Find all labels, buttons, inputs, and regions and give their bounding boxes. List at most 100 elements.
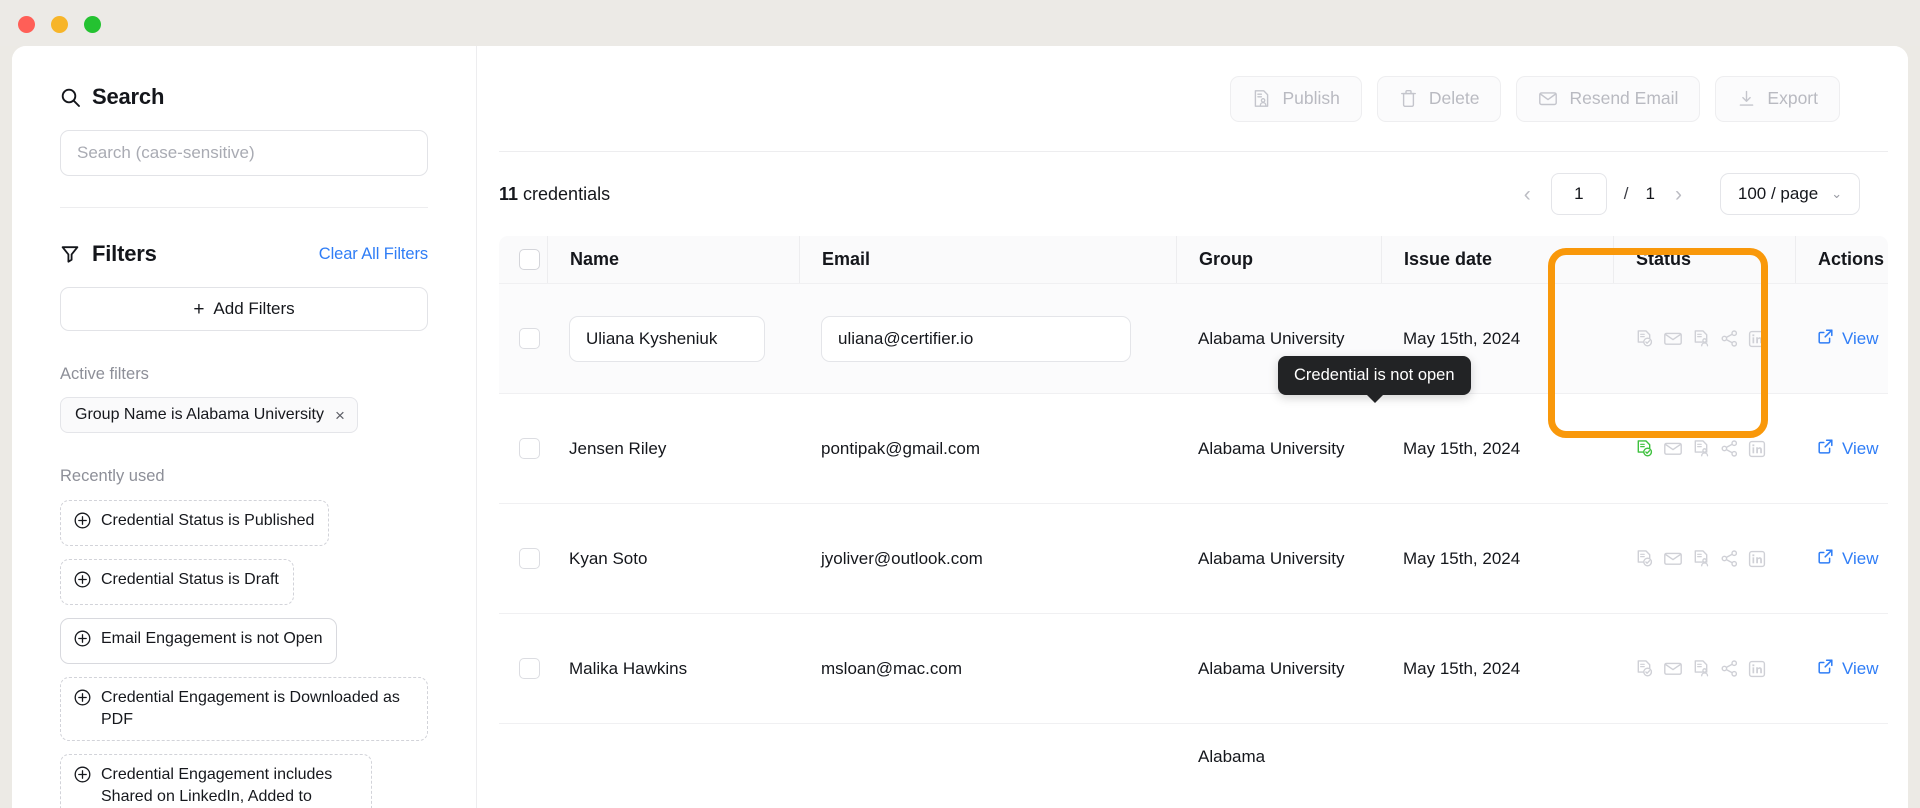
- publish-label: Publish: [1282, 88, 1340, 108]
- shared-icon[interactable]: [1720, 439, 1739, 458]
- row-checkbox[interactable]: [519, 548, 540, 569]
- linkedin-icon[interactable]: [1748, 330, 1766, 348]
- row-actions-cell: View: [1795, 438, 1888, 460]
- row-group-cell: Alabama: [1176, 717, 1381, 770]
- delete-button[interactable]: Delete: [1376, 75, 1502, 122]
- minimize-window-button[interactable]: [51, 16, 68, 33]
- row-checkbox[interactable]: [519, 328, 540, 349]
- search-section-header: Search: [60, 84, 428, 110]
- credential-published-icon[interactable]: [1635, 439, 1654, 458]
- recent-filter-label: Credential Engagement includes Shared on…: [101, 766, 333, 806]
- column-header-email[interactable]: Email: [799, 236, 1176, 283]
- status-tooltip: Credential is not open: [1278, 356, 1471, 403]
- row-group-cell: Alabama University: [1176, 655, 1381, 682]
- name-edit-field[interactable]: Uliana Kysheniuk: [569, 315, 765, 362]
- plus-circle-icon: [74, 571, 91, 595]
- add-filters-button[interactable]: + Add Filters: [60, 287, 428, 331]
- recent-filter-chip[interactable]: Credential Status is Published: [60, 500, 330, 547]
- status-icon-group: [1635, 439, 1766, 458]
- add-filters-label: Add Filters: [213, 299, 295, 318]
- recently-used-label: Recently used: [60, 467, 165, 485]
- table-row[interactable]: Malika Hawkins msloan@mac.com Alabama Un…: [499, 614, 1888, 724]
- row-select-cell: [499, 658, 547, 679]
- shared-icon[interactable]: [1720, 329, 1739, 348]
- export-label: Export: [1767, 88, 1818, 108]
- view-link[interactable]: View: [1817, 548, 1879, 570]
- recent-filter-chip[interactable]: Credential Engagement includes Shared on…: [60, 754, 372, 808]
- email-edit-field[interactable]: uliana@certifier.io: [821, 315, 1131, 362]
- recent-filter-label: Credential Engagement is Downloaded as P…: [101, 689, 400, 729]
- recent-filter-chip[interactable]: Credential Status is Draft: [60, 559, 294, 606]
- shared-icon[interactable]: [1720, 549, 1739, 568]
- filters-title-group: Filters: [60, 241, 157, 267]
- linkedin-icon[interactable]: [1748, 550, 1766, 568]
- maximize-window-button[interactable]: [84, 16, 101, 33]
- linkedin-icon[interactable]: [1748, 440, 1766, 458]
- shared-icon[interactable]: [1720, 659, 1739, 678]
- recent-filter-chip[interactable]: Credential Engagement is Downloaded as P…: [60, 677, 428, 742]
- plus-circle-icon: [74, 766, 91, 790]
- credential-published-icon[interactable]: [1635, 549, 1654, 568]
- row-issue-date-cell: May 15th, 2024: [1403, 328, 1521, 348]
- credential-published-icon[interactable]: [1635, 329, 1654, 348]
- table-row[interactable]: Kyan Soto jyoliver@outlook.com Alabama U…: [499, 504, 1888, 614]
- table-row[interactable]: Jensen Riley pontipak@gmail.com Alabama …: [499, 394, 1888, 504]
- select-all-checkbox[interactable]: [519, 249, 540, 270]
- plus-circle-icon: [74, 512, 91, 536]
- window-titlebar: [0, 0, 1920, 46]
- row-status-cell: [1613, 329, 1795, 348]
- email-sent-icon[interactable]: [1663, 329, 1683, 348]
- recent-filter-chip[interactable]: Email Engagement is not Open: [60, 618, 338, 665]
- credential-published-icon[interactable]: [1635, 659, 1654, 678]
- row-group-cell: Alabama University: [1176, 545, 1381, 572]
- view-label: View: [1842, 548, 1879, 568]
- active-filter-chip[interactable]: Group Name is Alabama University ×: [60, 397, 358, 433]
- column-header-status[interactable]: Status: [1613, 236, 1795, 283]
- email-sent-icon[interactable]: [1663, 439, 1683, 458]
- table-row[interactable]: Uliana Kysheniuk uliana@certifier.io Ala…: [499, 284, 1888, 394]
- credential-opened-icon[interactable]: [1692, 659, 1711, 678]
- select-all-header: [499, 236, 547, 283]
- search-input[interactable]: [60, 130, 428, 176]
- current-page-input[interactable]: 1: [1550, 173, 1607, 215]
- close-icon[interactable]: ×: [335, 407, 345, 424]
- clear-all-filters-link[interactable]: Clear All Filters: [319, 245, 428, 264]
- external-link-icon: [1817, 548, 1834, 570]
- close-window-button[interactable]: [18, 16, 35, 33]
- publish-icon: [1252, 89, 1271, 108]
- email-sent-icon[interactable]: [1663, 659, 1683, 678]
- view-link[interactable]: View: [1817, 328, 1879, 350]
- credential-opened-icon[interactable]: [1692, 549, 1711, 568]
- page-size-select[interactable]: 100 / page ⌄: [1720, 173, 1860, 215]
- active-filter-label: Group Name is Alabama University: [75, 406, 324, 423]
- export-button[interactable]: Export: [1715, 75, 1840, 122]
- group-name: Alabama University: [1198, 438, 1345, 458]
- credential-count-label: credentials: [518, 183, 611, 204]
- column-header-actions[interactable]: Actions: [1795, 236, 1888, 283]
- row-issue-date-cell: May 15th, 2024: [1403, 548, 1521, 568]
- view-link[interactable]: View: [1817, 658, 1879, 680]
- resend-email-button[interactable]: Resend Email: [1516, 75, 1701, 122]
- filter-icon: [60, 244, 81, 265]
- recent-filter-label: Credential Status is Draft: [101, 571, 279, 589]
- filters-section-header: Filters Clear All Filters: [60, 241, 428, 267]
- row-checkbox[interactable]: [519, 438, 540, 459]
- publish-button[interactable]: Publish: [1230, 75, 1362, 122]
- row-actions-cell: View: [1795, 328, 1888, 350]
- table-row[interactable]: Alabama: [499, 724, 1888, 766]
- credential-opened-icon[interactable]: [1692, 439, 1711, 458]
- view-link[interactable]: View: [1817, 438, 1879, 460]
- row-checkbox[interactable]: [519, 658, 540, 679]
- column-header-issue-date[interactable]: Issue date: [1381, 236, 1613, 283]
- next-page-button[interactable]: ›: [1672, 184, 1685, 205]
- group-name: Alabama University: [1198, 328, 1345, 348]
- email-sent-icon[interactable]: [1663, 549, 1683, 568]
- plus-circle-icon: [74, 630, 91, 654]
- linkedin-icon[interactable]: [1748, 660, 1766, 678]
- column-header-group[interactable]: Group: [1176, 236, 1381, 283]
- column-header-name[interactable]: Name: [547, 236, 799, 283]
- row-group-cell: Alabama University: [1176, 325, 1381, 352]
- credential-opened-icon[interactable]: [1692, 329, 1711, 348]
- credentials-table: Name Email Group Issue date Status Actio…: [499, 236, 1888, 766]
- prev-page-button[interactable]: ‹: [1521, 184, 1534, 205]
